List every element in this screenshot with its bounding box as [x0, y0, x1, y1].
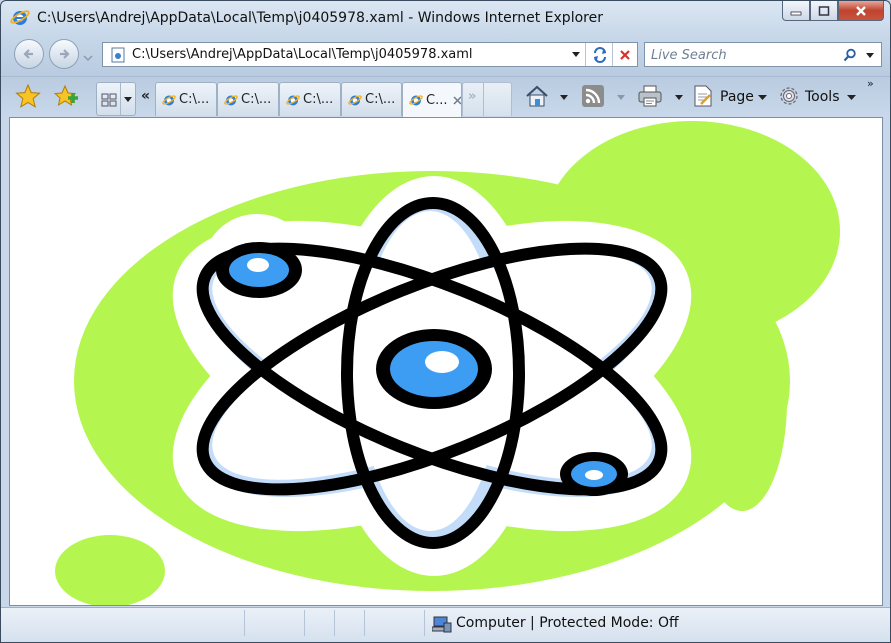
- security-zone-status[interactable]: Computer | Protected Mode: Off: [456, 615, 679, 631]
- close-tab-icon[interactable]: [453, 95, 462, 105]
- page-icon: [694, 85, 712, 107]
- command-toolbar: « C:\... C:\... C:\... C:\... C... » Pag…: [1, 76, 890, 117]
- scroll-tabs-right-button[interactable]: »: [468, 89, 476, 104]
- new-tab-button[interactable]: »: [462, 82, 512, 116]
- scroll-tabs-left-button[interactable]: «: [141, 88, 150, 104]
- toolbar-overflow-button[interactable]: »: [867, 77, 874, 90]
- atom-clipart-image: [55, 121, 840, 605]
- forward-arrow-icon: [60, 49, 70, 59]
- window-title: C:\Users\Andrej\AppData\Local\Temp\j0405…: [37, 10, 603, 26]
- close-button[interactable]: [838, 1, 884, 21]
- tab-label: C:\...: [303, 92, 334, 107]
- add-to-favorites-button[interactable]: [54, 84, 80, 108]
- tab-2[interactable]: C:\...: [217, 82, 279, 116]
- page-menu-icon-wrap[interactable]: [692, 84, 714, 108]
- feeds-button[interactable]: [581, 84, 605, 108]
- ie-tab-icon: [409, 95, 423, 106]
- computer-zone-icon: [432, 616, 452, 633]
- tools-menu-button[interactable]: Tools: [805, 89, 840, 105]
- ie-tab-icon: [162, 94, 176, 105]
- page-icon: [111, 47, 125, 63]
- minimize-button[interactable]: [782, 1, 810, 21]
- back-arrow-icon: [23, 49, 33, 59]
- home-icon: [526, 85, 548, 107]
- home-button[interactable]: [525, 84, 549, 108]
- page-content: [9, 117, 883, 606]
- stop-icon[interactable]: [618, 48, 632, 62]
- rss-feed-icon: [582, 85, 604, 107]
- minimize-icon: [790, 11, 802, 15]
- page-dropdown-icon[interactable]: [758, 95, 767, 101]
- search-input[interactable]: Live Search: [651, 48, 727, 63]
- tab-list-dropdown-icon[interactable]: [124, 97, 132, 103]
- page-menu-button[interactable]: Page: [720, 89, 754, 105]
- search-icon[interactable]: [843, 48, 857, 62]
- print-dropdown-icon[interactable]: [675, 95, 683, 101]
- search-options-icon[interactable]: [865, 52, 875, 60]
- feeds-dropdown-icon[interactable]: [617, 95, 625, 101]
- maximize-button[interactable]: [810, 1, 838, 21]
- ie-tab-icon: [348, 94, 362, 105]
- chevron-down-icon: [83, 55, 93, 62]
- address-url[interactable]: C:\Users\Andrej\AppData\Local\Temp\j0405…: [132, 47, 473, 62]
- caption-buttons: [782, 1, 884, 22]
- print-button[interactable]: [637, 84, 663, 108]
- electron-bottom-right: [560, 452, 628, 496]
- tab-1[interactable]: C:\...: [155, 82, 217, 116]
- refresh-icon[interactable]: [592, 47, 608, 63]
- recent-pages-dropdown[interactable]: [83, 51, 93, 66]
- maximize-icon: [818, 5, 830, 16]
- nucleus: [376, 329, 492, 409]
- title-bar[interactable]: C:\Users\Andrej\AppData\Local\Temp\j0405…: [1, 1, 890, 35]
- ie-tab-icon: [286, 94, 300, 105]
- gear-icon: [780, 87, 798, 105]
- ie-tab-icon: [224, 94, 238, 105]
- search-box[interactable]: Live Search: [644, 42, 882, 67]
- forward-button[interactable]: [49, 39, 79, 69]
- back-button[interactable]: [14, 39, 44, 69]
- tab-label: C...: [426, 92, 448, 108]
- ie-logo-icon: [10, 10, 30, 25]
- star-icon: [15, 84, 41, 108]
- address-bar[interactable]: C:\Users\Andrej\AppData\Local\Temp\j0405…: [102, 42, 638, 67]
- home-dropdown-icon[interactable]: [560, 95, 568, 101]
- tab-3[interactable]: C:\...: [279, 82, 341, 116]
- tab-label: C:\...: [179, 92, 210, 107]
- add-favorite-icon: [54, 84, 78, 107]
- tab-5-active[interactable]: C...: [402, 82, 462, 117]
- printer-icon: [638, 85, 662, 107]
- address-dropdown-icon[interactable]: [571, 51, 581, 59]
- status-bar: Computer | Protected Mode: Off: [1, 607, 890, 642]
- close-icon: [856, 5, 866, 16]
- browser-window: C:\Users\Andrej\AppData\Local\Temp\j0405…: [0, 0, 891, 643]
- tab-label: C:\...: [241, 92, 272, 107]
- tools-menu-icon-wrap[interactable]: [777, 84, 801, 108]
- quick-tabs-icon: [101, 93, 117, 107]
- favorites-center-button[interactable]: [15, 84, 41, 108]
- tools-dropdown-icon[interactable]: [847, 95, 856, 101]
- electron-top-left: [216, 242, 302, 298]
- tab-label: C:\...: [365, 92, 396, 107]
- tab-4[interactable]: C:\...: [341, 82, 402, 116]
- quick-tabs-button[interactable]: [96, 82, 136, 116]
